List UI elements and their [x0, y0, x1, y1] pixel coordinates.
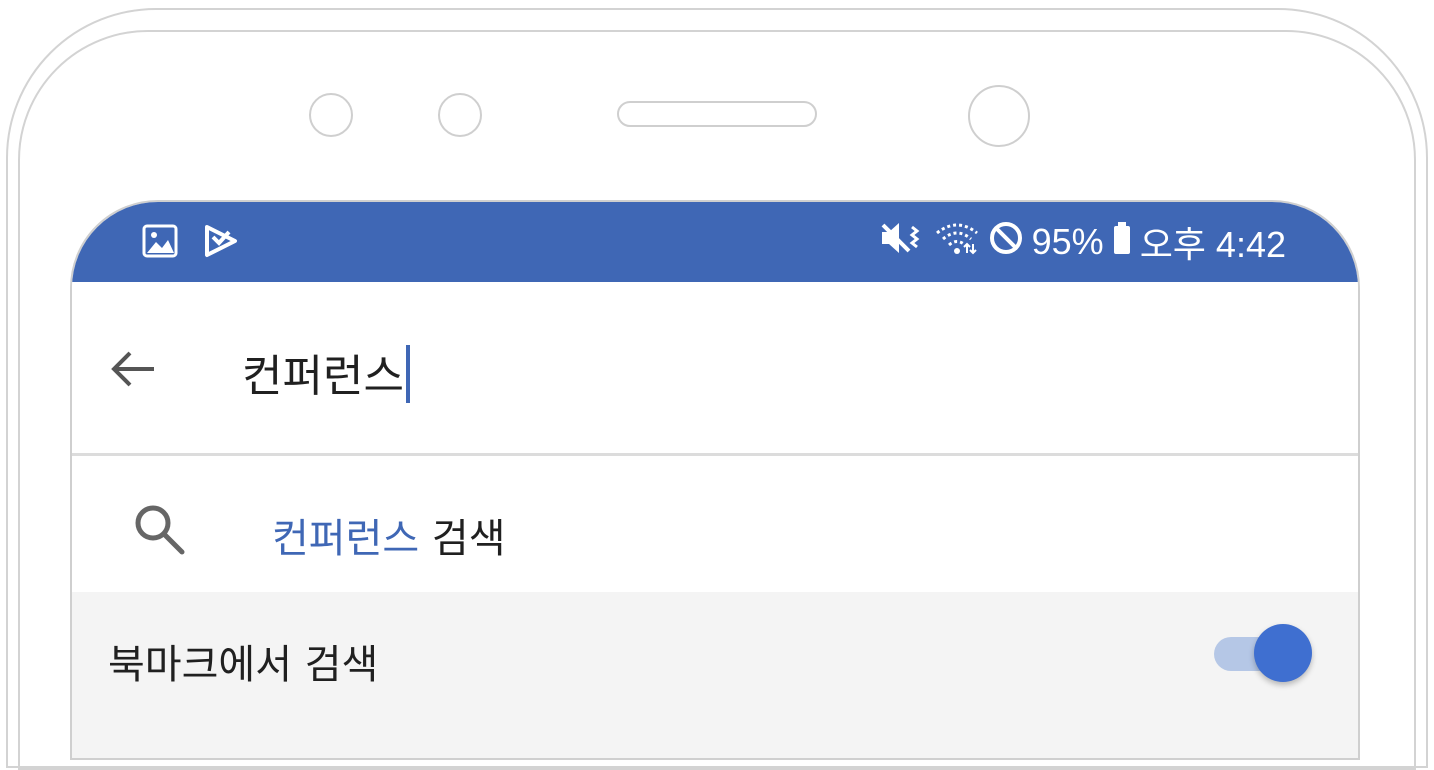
- search-suggestion-suffix: 검색: [419, 516, 506, 562]
- status-bar: 95% 오후 4:42: [72, 202, 1358, 282]
- search-query-text: 컨퍼런스: [242, 351, 404, 402]
- do-not-disturb-icon: [988, 220, 1024, 265]
- proximity-sensor: [438, 93, 482, 137]
- mute-vibrate-icon: [880, 220, 926, 265]
- search-input[interactable]: 컨퍼런스: [242, 340, 410, 404]
- toggle-knob: [1254, 624, 1312, 682]
- clock: 오후 4:42: [1139, 224, 1286, 265]
- arrow-left-icon[interactable]: [108, 344, 158, 394]
- status-bar-right: 95% 오후 4:42: [880, 214, 1286, 270]
- play-store-icon: [204, 224, 238, 262]
- bookmark-search-row: 북마크에서 검색: [72, 592, 1358, 758]
- search-suggestion-row[interactable]: 컨퍼런스 검색: [72, 456, 1358, 592]
- earpiece-speaker: [617, 101, 817, 127]
- search-icon: [130, 500, 190, 564]
- text-cursor: [405, 345, 410, 403]
- battery-percent: 95%: [1031, 221, 1104, 262]
- search-suggestion-query: 컨퍼런스: [272, 516, 420, 562]
- gallery-icon: [142, 224, 178, 262]
- bookmark-search-toggle[interactable]: [1210, 622, 1320, 686]
- search-suggestion-label: 컨퍼런스 검색: [272, 506, 506, 564]
- search-bar: 컨퍼런스: [72, 282, 1358, 456]
- bookmark-search-label: 북마크에서 검색: [108, 642, 379, 688]
- battery-icon: [1112, 220, 1132, 265]
- front-sensor: [309, 93, 353, 137]
- phone-screen: 95% 오후 4:42 컨퍼런스 컨퍼런스 검색 북마크에서 검색: [70, 200, 1360, 760]
- wifi-icon: [934, 220, 980, 265]
- front-camera: [968, 85, 1030, 147]
